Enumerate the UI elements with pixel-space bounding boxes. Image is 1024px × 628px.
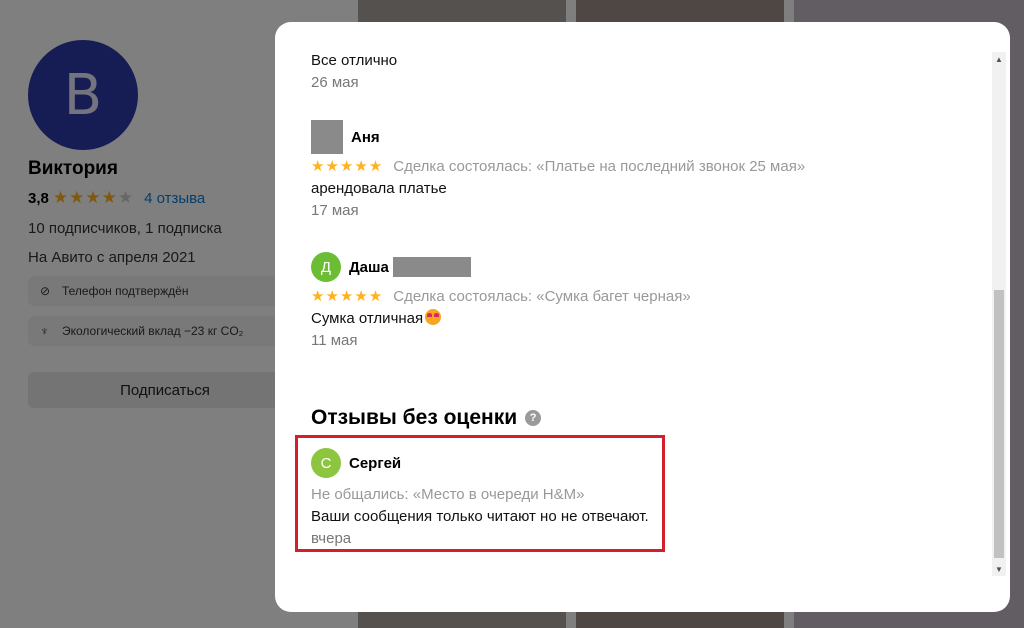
redacted-surname bbox=[392, 257, 471, 277]
review-item: Все отлично 26 мая bbox=[311, 50, 961, 94]
highlight-box bbox=[295, 435, 665, 552]
review-header: Д Даша bbox=[311, 250, 961, 284]
review-stars: ★★★★★ bbox=[311, 158, 384, 175]
review-text-row: Сумка отличная bbox=[311, 308, 961, 330]
review-item: Аня ★★★★★ Сделка состоялась: «Платье на … bbox=[311, 120, 961, 222]
deal-info: Сделка состоялась: «Платье на последний … bbox=[393, 157, 806, 175]
review-meta: ★★★★★ Сделка состоялась: «Платье на посл… bbox=[311, 154, 961, 178]
review-text: Сумка отличная bbox=[311, 310, 424, 327]
review-header: Аня bbox=[311, 120, 961, 154]
review-date: 17 мая bbox=[311, 202, 359, 219]
scroll-thumb[interactable] bbox=[994, 290, 1004, 558]
review-stars: ★★★★★ bbox=[311, 288, 384, 305]
reviewer-name[interactable]: Аня bbox=[351, 129, 380, 146]
scroll-down-arrow-icon[interactable]: ▼ bbox=[992, 562, 1006, 576]
review-item: Д Даша ★★★★★ Сделка состоялась: «Сумка б… bbox=[311, 250, 961, 352]
reviewer-name[interactable]: Даша bbox=[349, 259, 389, 276]
reviews-modal: Все отлично 26 мая Аня ★★★★★ Сделка сост… bbox=[275, 22, 1010, 612]
review-text: арендовала платье bbox=[311, 180, 447, 197]
unrated-section-title: Отзывы без оценки ? bbox=[311, 406, 961, 430]
scroll-up-arrow-icon[interactable]: ▲ bbox=[992, 52, 1006, 66]
help-icon[interactable]: ? bbox=[525, 410, 542, 426]
review-date: 11 мая bbox=[311, 332, 358, 349]
modal-scrollbar[interactable]: ▲ ▼ bbox=[992, 52, 1006, 576]
star-eyes-emoji-icon bbox=[425, 309, 442, 325]
review-date: 26 мая bbox=[311, 74, 359, 91]
review-text: Все отлично bbox=[311, 52, 398, 69]
review-meta: ★★★★★ Сделка состоялась: «Сумка багет че… bbox=[311, 284, 961, 308]
deal-info: Сделка состоялась: «Сумка багет черная» bbox=[393, 287, 691, 305]
reviewer-avatar[interactable]: Д bbox=[311, 252, 341, 282]
reviewer-avatar[interactable] bbox=[311, 120, 343, 154]
section-title-text: Отзывы без оценки bbox=[311, 406, 518, 429]
